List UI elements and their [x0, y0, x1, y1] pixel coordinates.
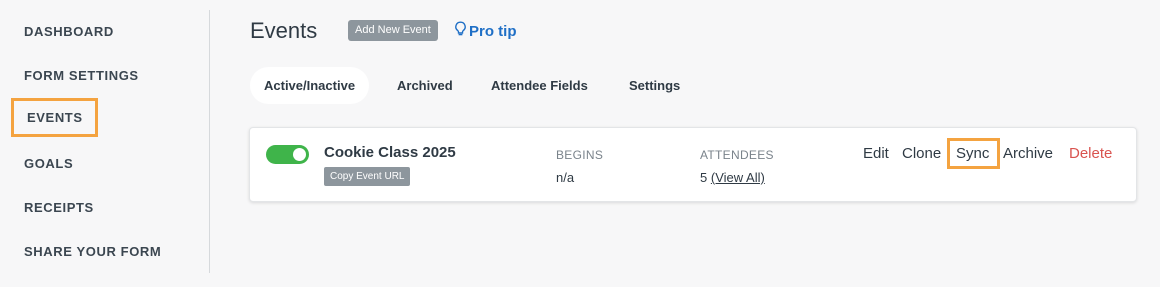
attendees-label: ATTENDEES — [700, 148, 774, 162]
sidebar-item-events[interactable]: EVENTS — [11, 98, 98, 137]
sidebar-divider — [209, 10, 210, 273]
lightbulb-icon — [454, 21, 467, 41]
event-name: Cookie Class 2025 — [324, 144, 456, 161]
event-row: Cookie Class 2025 Copy Event URL BEGINS … — [249, 127, 1137, 202]
copy-event-url-button[interactable]: Copy Event URL — [324, 167, 411, 186]
pro-tip-link[interactable]: Pro tip — [454, 21, 517, 41]
tab-settings[interactable]: Settings — [629, 67, 680, 104]
tab-archived[interactable]: Archived — [397, 67, 453, 104]
edit-button[interactable]: Edit — [863, 145, 889, 162]
begins-label: BEGINS — [556, 148, 604, 162]
archive-button[interactable]: Archive — [1003, 145, 1053, 162]
sync-button[interactable]: Sync — [956, 145, 989, 162]
add-new-event-button[interactable]: Add New Event — [348, 20, 438, 41]
view-all-attendees-link[interactable]: (View All) — [711, 170, 765, 185]
begins-value: n/a — [556, 170, 575, 185]
tab-active-inactive[interactable]: Active/Inactive — [250, 67, 370, 104]
sidebar-item-form-settings[interactable]: FORM SETTINGS — [24, 68, 139, 83]
event-active-toggle[interactable] — [266, 145, 309, 164]
pro-tip-label: Pro tip — [469, 22, 517, 40]
tab-attendee-fields[interactable]: Attendee Fields — [491, 67, 588, 104]
attendees-count: 5 — [700, 170, 708, 185]
sidebar-item-dashboard[interactable]: DASHBOARD — [24, 24, 114, 39]
sidebar: DASHBOARD FORM SETTINGS EVENTS GOALS REC… — [0, 0, 210, 287]
sidebar-item-goals[interactable]: GOALS — [24, 156, 73, 171]
sidebar-item-share-your-form[interactable]: SHARE YOUR FORM — [24, 244, 161, 259]
page-title: Events — [250, 18, 318, 43]
toggle-knob — [293, 148, 306, 161]
clone-button[interactable]: Clone — [902, 145, 941, 162]
delete-button[interactable]: Delete — [1069, 145, 1112, 162]
attendees-value: 5 (View All) — [700, 170, 765, 185]
sidebar-item-receipts[interactable]: RECEIPTS — [24, 200, 94, 215]
